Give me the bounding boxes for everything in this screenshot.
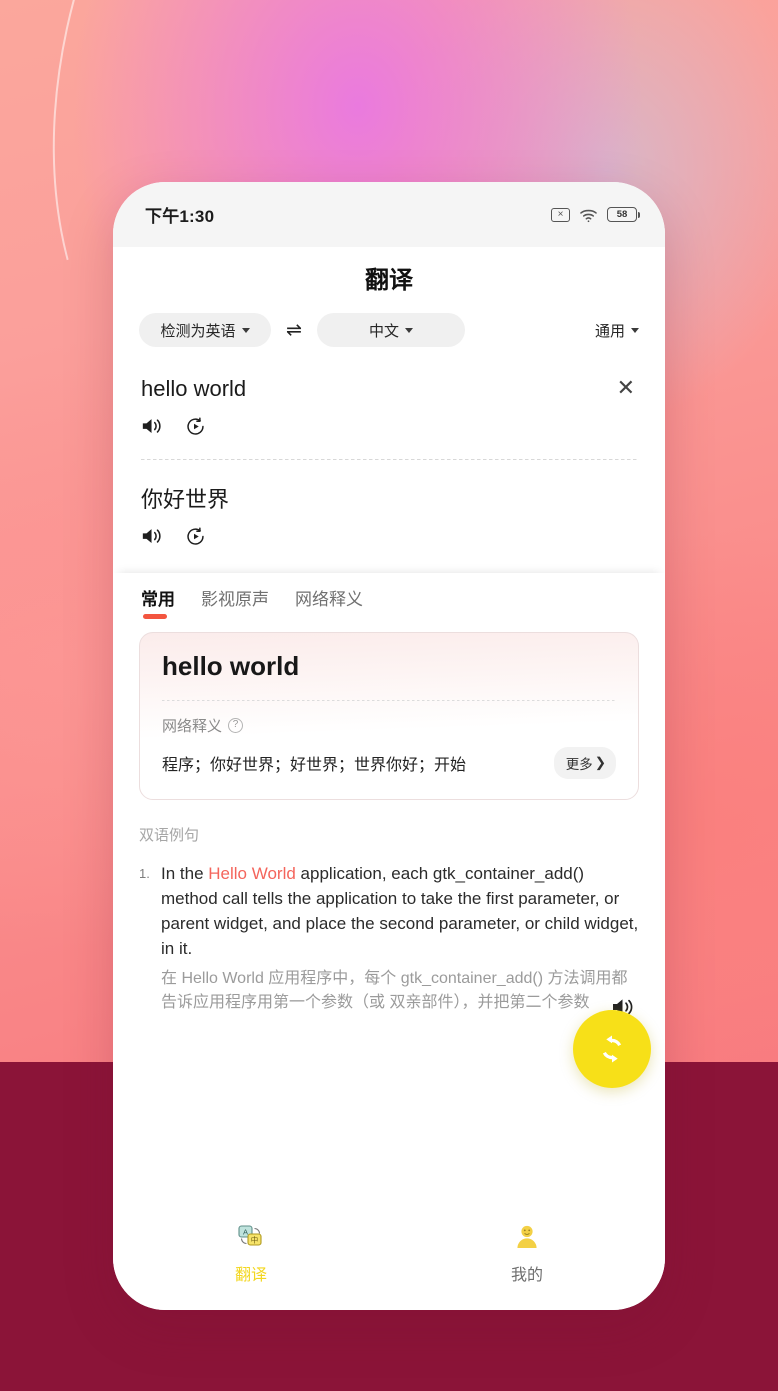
dictionary-word: hello world [162,650,300,681]
dictionary-definitions-row: 程序；你好世界；好世界；世界你好；开始 更多 ❯ [162,746,616,779]
dictionary-section-label: 网络释义 ? [162,715,616,736]
examples-section: 双语例句 1. In the Hello World application, … [113,800,665,1212]
nav-label-profile: 我的 [510,1267,543,1284]
example-en-highlight: Hello World [208,863,296,883]
divider [162,699,616,701]
dictionary-definitions: 程序；你好世界；好世界；世界你好；开始 [162,756,467,774]
phone-mockup: 下午1:30 × 58 翻译 检测为英语 ⇌ 中文 通用 hello world… [113,182,665,1310]
dictionary-card: hello world 网络释义 ? 程序；你好世界；好世界；世界你好；开始 更… [139,631,639,800]
status-time: 下午1:30 [145,207,215,226]
example-chinese: 在 Hello World 应用程序中，每个 gtk_container_add… [161,970,628,1012]
translation-mode-label: 通用 [594,322,625,340]
refresh-icon [602,1035,622,1063]
speaker-icon[interactable] [141,526,163,546]
wifi-icon [579,207,598,223]
chevron-down-icon [241,327,250,333]
source-language-selector[interactable]: 检测为英语 [139,313,271,347]
translation-mode-selector[interactable]: 通用 [595,320,639,341]
examples-section-label: 双语例句 [139,826,200,844]
person-icon [514,1222,540,1252]
no-sim-icon: × [551,207,570,222]
target-language-selector[interactable]: 中文 [317,313,465,347]
bottom-navigation: A 中 翻译 我的 [113,1212,665,1310]
help-icon[interactable]: ? [228,717,244,733]
battery-icon: 58 [607,207,640,222]
source-text-row: hello world ✕ [141,361,637,404]
page-title: 翻译 [365,266,413,294]
source-text[interactable]: hello world [141,375,246,404]
speaker-icon[interactable] [141,416,163,436]
nav-item-translate[interactable]: A 中 翻译 [181,1222,321,1285]
chevron-down-icon [631,327,639,333]
slow-playback-icon[interactable] [185,416,206,437]
refresh-fab-button[interactable] [573,1010,651,1088]
source-language-label: 检测为英语 [160,322,236,340]
more-button-label: 更多 [565,756,593,772]
chevron-right-icon: ❯ [594,754,606,770]
swap-languages-button[interactable]: ⇌ [271,319,317,342]
tab-list: 常用 影视原声 网络释义 [141,573,637,620]
target-text: 你好世界 [141,486,230,512]
status-icon-group: × 58 [551,207,640,223]
slow-playback-icon[interactable] [185,526,206,547]
tab-strip: 常用 影视原声 网络释义 [113,572,665,620]
app-bar: 翻译 [113,247,665,307]
no-sim-glyph: × [557,208,564,220]
target-controls [141,514,637,551]
source-controls [141,404,637,441]
status-bar: 下午1:30 × 58 [113,182,665,247]
example-en-before: In the [161,863,209,883]
language-bar: 检测为英语 ⇌ 中文 通用 [113,307,665,361]
example-body: In the Hello World application, each gtk… [161,861,639,1016]
svg-text:中: 中 [251,1234,259,1244]
nav-label-translate: 翻译 [234,1267,267,1284]
swap-icon: ⇌ [286,319,302,341]
svg-text:A: A [243,1227,248,1236]
example-item: 1. In the Hello World application, each … [139,861,639,1016]
dictionary-section-title: 网络释义 [162,717,223,735]
chevron-down-icon [405,327,413,333]
nav-item-profile[interactable]: 我的 [457,1222,597,1285]
target-language-label: 中文 [368,322,399,340]
tab-common[interactable]: 常用 [141,585,175,620]
background-root: 下午1:30 × 58 翻译 检测为英语 ⇌ 中文 通用 hello world… [0,0,778,1391]
translation-panel: hello world ✕ 你好世界 [113,361,665,551]
tab-web-definition[interactable]: 网络释义 [295,585,363,620]
tab-movie-audio[interactable]: 影视原声 [201,585,269,620]
translate-icon: A 中 [237,1222,265,1252]
more-button[interactable]: 更多 ❯ [553,746,616,779]
battery-level: 58 [616,209,628,220]
clear-icon[interactable]: ✕ [607,375,637,401]
example-english: In the Hello World application, each gtk… [161,861,639,962]
example-number: 1. [139,865,150,881]
